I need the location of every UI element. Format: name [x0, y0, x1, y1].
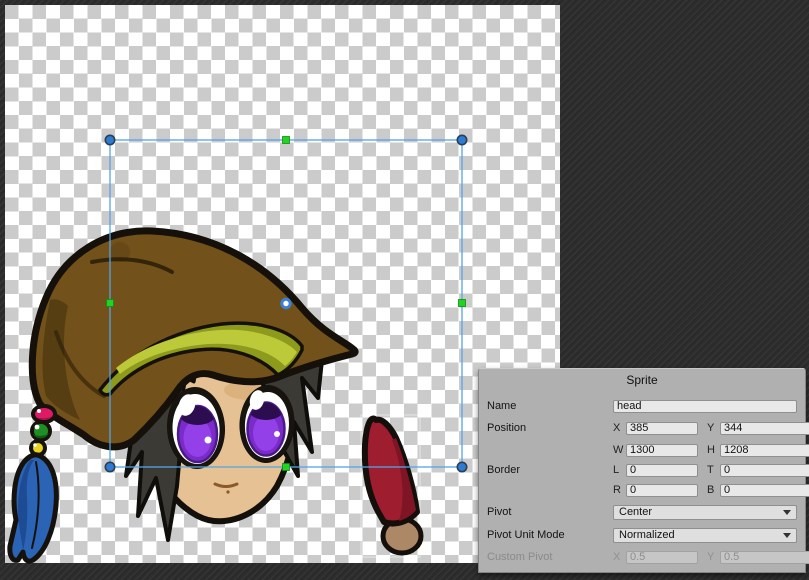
pos-h-axis-label: H — [707, 444, 720, 456]
custom-pivot-x-field — [626, 551, 698, 564]
border-r-axis-label: R — [613, 484, 626, 496]
custom-pivot-y-axis-label: Y — [707, 551, 720, 563]
texture-canvas[interactable] — [5, 5, 560, 563]
sprite-editor-window: Sprite Name Position X Y W H Border L T — [0, 0, 809, 580]
panel-title: Sprite — [479, 373, 805, 387]
pivot-unit-mode-dropdown[interactable]: Normalized — [613, 528, 797, 543]
custom-pivot-x-axis-label: X — [613, 551, 626, 563]
pivot-dropdown[interactable]: Center — [613, 505, 797, 520]
border-l-axis-label: L — [613, 464, 626, 476]
pos-w-axis-label: W — [613, 444, 626, 456]
pos-w-field[interactable] — [626, 444, 698, 457]
pos-y-axis-label: Y — [707, 422, 720, 434]
pos-h-field[interactable] — [720, 444, 809, 457]
border-r-field[interactable] — [626, 484, 698, 497]
border-l-field[interactable] — [626, 464, 698, 477]
caret-down-icon — [783, 533, 791, 538]
border-t-axis-label: T — [707, 464, 720, 476]
pivot-value: Center — [619, 506, 652, 518]
border-b-field[interactable] — [720, 484, 809, 497]
border-b-axis-label: B — [707, 484, 720, 496]
pos-x-axis-label: X — [613, 422, 626, 434]
pos-x-field[interactable] — [626, 422, 698, 435]
caret-down-icon — [783, 510, 791, 515]
border-label: Border — [487, 464, 613, 476]
pos-y-field[interactable] — [720, 422, 809, 435]
sprite-inspector-panel: Sprite Name Position X Y W H Border L T — [478, 368, 806, 573]
custom-pivot-y-field — [720, 551, 809, 564]
name-field[interactable] — [613, 400, 797, 413]
custom-pivot-label: Custom Pivot — [487, 551, 613, 563]
pivot-unit-mode-label: Pivot Unit Mode — [487, 529, 613, 541]
position-label: Position — [487, 422, 613, 434]
name-label: Name — [487, 400, 613, 412]
pivot-label: Pivot — [487, 506, 613, 518]
pivot-unit-mode-value: Normalized — [619, 529, 675, 541]
border-t-field[interactable] — [720, 464, 809, 477]
